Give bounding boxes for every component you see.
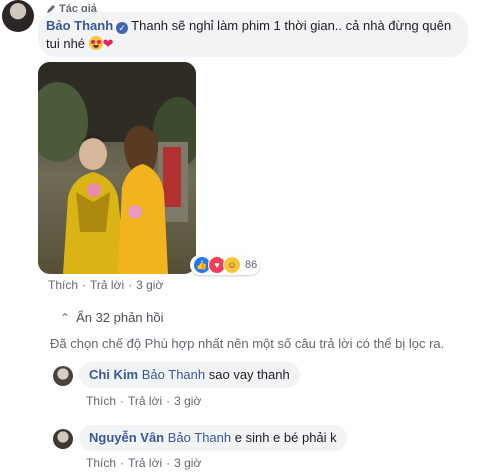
hide-replies-label: Ẩn 32 phản hồi: [76, 310, 164, 325]
filter-note: Đã chọn chế độ Phù hợp nhất nên một số c…: [50, 336, 445, 351]
author-avatar[interactable]: [2, 0, 34, 32]
reply-text: e sinh e bé phải k: [234, 430, 337, 445]
comment-author-name[interactable]: Bảo Thanh: [46, 18, 113, 33]
reply-link[interactable]: Trả lời: [90, 278, 124, 292]
reply-time[interactable]: 3 giờ: [174, 394, 201, 408]
photo-illustration: [38, 62, 196, 274]
reply-link[interactable]: Trả lời: [128, 394, 162, 408]
reply-link[interactable]: Trả lời: [128, 456, 162, 470]
reply-time[interactable]: 3 giờ: [174, 456, 201, 470]
chevron-up-icon: ⌃: [60, 310, 71, 325]
reply-bubble: Nguyễn Vân Bảo Thanh e sinh e bé phải k: [79, 425, 347, 451]
haha-reaction-icon: ☺: [223, 256, 241, 274]
reply-actions: Thích · Trả lời · 3 giờ: [86, 394, 202, 408]
like-link[interactable]: Thích: [48, 278, 78, 292]
reaction-count: 86: [245, 259, 258, 271]
reaction-summary[interactable]: 👍 ♥ ☺ 86: [190, 255, 261, 275]
reply-author-name[interactable]: Nguyễn Vân: [89, 430, 164, 445]
reply-actions: Thích · Trả lời · 3 giờ: [86, 456, 202, 470]
comment-time[interactable]: 3 giờ: [136, 278, 163, 292]
reply-text: sao vay thanh: [208, 367, 290, 382]
comment-bubble: Bảo Thanh ✓ Thanh sẽ nghỉ làm phim 1 thời …: [38, 12, 468, 57]
comment-actions: Thích · Trả lời · 3 giờ: [48, 278, 164, 292]
reply-avatar[interactable]: [53, 366, 73, 386]
reply-mention[interactable]: Bảo Thanh: [168, 430, 231, 445]
heart-eyes-emoji-icon: [88, 36, 103, 50]
reply-avatar[interactable]: [53, 429, 73, 449]
comment-photo[interactable]: [38, 62, 196, 274]
verified-badge-icon: ✓: [116, 22, 129, 34]
reply-mention[interactable]: Bảo Thanh: [142, 367, 205, 382]
like-link[interactable]: Thích: [86, 394, 116, 408]
hide-replies-button[interactable]: ⌃ Ẩn 32 phản hồi: [60, 310, 164, 325]
reply-author-name[interactable]: Chi Kim: [89, 367, 138, 382]
like-link[interactable]: Thích: [86, 456, 116, 470]
reply-bubble: Chi Kim Bảo Thanh sao vay thanh: [79, 362, 300, 388]
red-heart-icon: ❤: [102, 36, 114, 51]
